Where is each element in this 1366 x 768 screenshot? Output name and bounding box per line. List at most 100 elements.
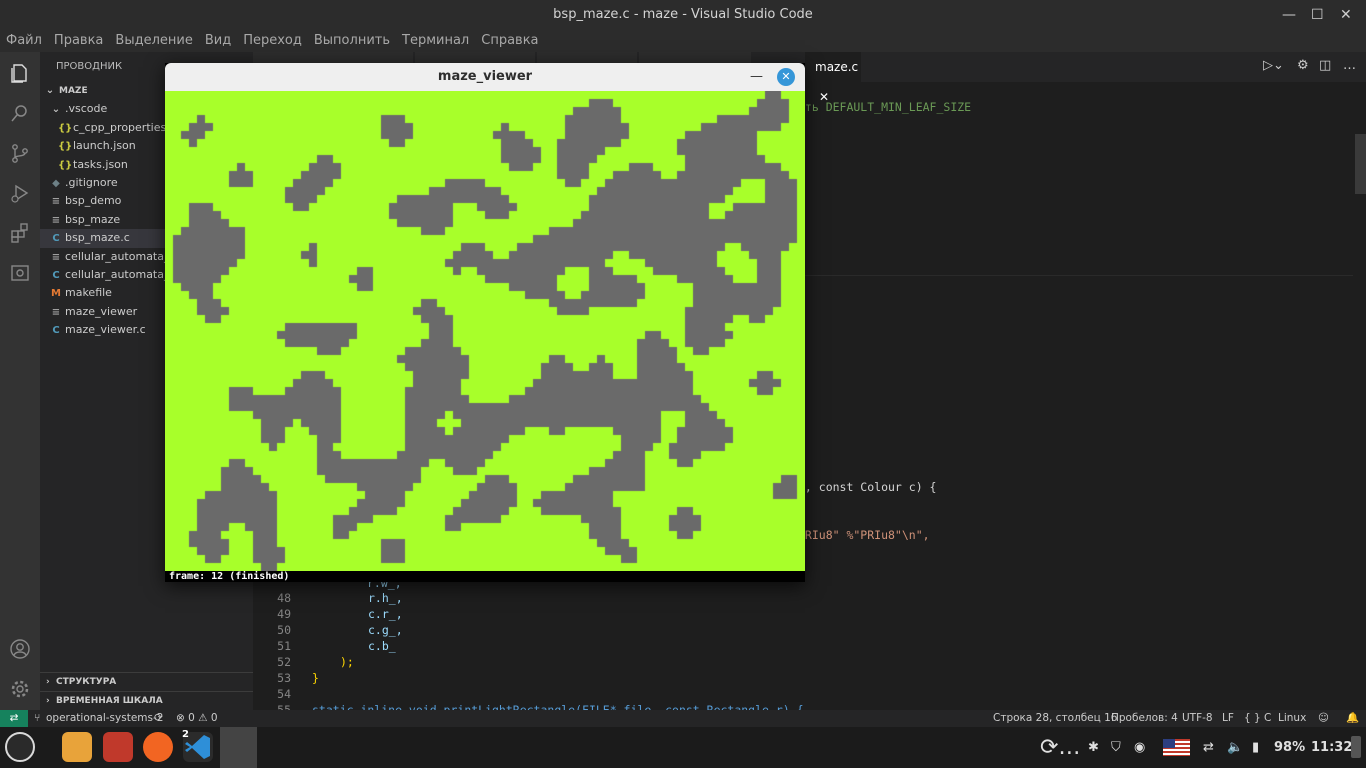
- file-tree-label: cellular_automata_m: [65, 249, 181, 263]
- account-icon[interactable]: [8, 638, 32, 662]
- chevron-down-icon: ⌄: [45, 85, 55, 96]
- extensions-icon[interactable]: [8, 222, 32, 246]
- line-number: 53: [277, 671, 291, 685]
- taskbar: 2 ⟳… ✱ ⛉ ◉ ⇄ 🔈 ▮ 98% 11:32: [0, 727, 1366, 768]
- firefox-icon[interactable]: [143, 732, 173, 762]
- json-file-icon: {}: [58, 122, 73, 134]
- split-editor-icon[interactable]: ◫: [1319, 58, 1331, 73]
- code-comment-fragment: ать DEFAULT_MIN_LEAF_SIZE: [798, 100, 972, 114]
- branch-icon: ⑂: [34, 712, 41, 724]
- run-icon[interactable]: ▷⌄: [1263, 58, 1284, 73]
- code-line: 53}: [253, 670, 319, 686]
- text-file-icon: ≡: [51, 251, 61, 263]
- status-bar: ⇄ ⑂ operational-systems-2 ⟳ ⊗ 0 ⚠ 0 Стро…: [0, 710, 1366, 727]
- outline-section[interactable]: › СТРУКТУРА: [40, 672, 253, 691]
- code-line: 48 r.h_,: [253, 590, 403, 606]
- update-icon[interactable]: ⟳…: [1040, 727, 1080, 768]
- maze-viewer-close-button[interactable]: ✕: [777, 68, 795, 86]
- menu-go[interactable]: Переход: [237, 30, 308, 52]
- line-ending[interactable]: LF: [1222, 710, 1234, 727]
- battery-icon[interactable]: ▮: [1252, 727, 1259, 768]
- search-icon[interactable]: [8, 102, 32, 126]
- maze-viewer-titlebar: maze_viewer: [165, 63, 805, 91]
- file-tree-label: .gitignore: [65, 175, 118, 189]
- network-icon[interactable]: ⇄: [1203, 727, 1214, 768]
- keyboard-layout-flag-icon[interactable]: [1163, 739, 1190, 756]
- menu-run[interactable]: Выполнить: [308, 30, 396, 52]
- file-tree-label: launch.json: [73, 139, 136, 153]
- dcraw-icon[interactable]: [103, 732, 133, 762]
- show-desktop-button[interactable]: [1351, 736, 1361, 758]
- line-number: 51: [277, 639, 291, 653]
- manage-gear-icon[interactable]: [8, 678, 32, 702]
- file-tree-label: bsp_demo: [65, 194, 122, 208]
- json-file-icon: {}: [58, 141, 73, 153]
- text-file-icon: ≡: [51, 306, 61, 318]
- maximize-button[interactable]: ☐: [1311, 0, 1324, 30]
- mint-menu-icon[interactable]: [5, 732, 35, 762]
- git-branch[interactable]: operational-systems-2: [46, 710, 163, 727]
- line-number: 50: [277, 623, 291, 637]
- notifications-icon[interactable]: 🔔: [1346, 710, 1359, 727]
- remote-indicator-icon[interactable]: ⇄: [0, 710, 28, 727]
- file-tree-label: cellular_automata_m: [65, 267, 181, 281]
- code-line: 54: [253, 686, 312, 702]
- menu-file[interactable]: Файл: [0, 30, 48, 52]
- close-button[interactable]: ✕: [1340, 0, 1352, 30]
- code-line: 49 c.r_,: [253, 606, 402, 622]
- menu-terminal[interactable]: Терминал: [396, 30, 475, 52]
- code-line: 52);: [253, 654, 354, 670]
- maze-viewer-minimize-button[interactable]: —: [750, 63, 763, 91]
- line-number: 54: [277, 687, 291, 701]
- maze-viewer-window: maze_viewer — ✕ frame: 12 (finished): [165, 63, 805, 582]
- menu-selection[interactable]: Выделение: [109, 30, 198, 52]
- remote-explorer-icon[interactable]: [8, 262, 32, 286]
- platform[interactable]: Linux: [1278, 710, 1306, 727]
- shield-icon[interactable]: ⛉: [1111, 727, 1121, 768]
- line-number: 52: [277, 655, 291, 669]
- json-file-icon: {}: [58, 159, 73, 171]
- maze-canvas[interactable]: [165, 91, 805, 571]
- code-text: c.g_,: [368, 623, 403, 637]
- sync-icon[interactable]: ⟳: [154, 710, 163, 727]
- files-icon[interactable]: [62, 732, 92, 762]
- activity-bar: [0, 52, 40, 710]
- code-fragment-signature: r, const Colour c) {: [798, 480, 937, 494]
- encoding[interactable]: UTF-8: [1182, 710, 1213, 727]
- explorer-icon[interactable]: [8, 62, 32, 86]
- file-tree-label: maze_viewer.c: [65, 323, 146, 337]
- language-mode[interactable]: { } C: [1244, 710, 1271, 727]
- menu-edit[interactable]: Правка: [48, 30, 109, 52]
- problems-count[interactable]: ⊗ 0 ⚠ 0: [176, 710, 218, 727]
- indentation[interactable]: Пробелов: 4: [1111, 710, 1178, 727]
- run-debug-icon[interactable]: [8, 182, 32, 206]
- minimize-button[interactable]: —: [1282, 0, 1296, 30]
- timeline-section[interactable]: › ВРЕМЕННАЯ ШКАЛА: [40, 691, 253, 710]
- code-text: }: [312, 671, 319, 685]
- frame-status: frame: 12 (finished): [169, 571, 290, 582]
- maze-viewer-task[interactable]: [220, 727, 257, 768]
- window-title: bsp_maze.c - maze - Visual Studio Code: [553, 7, 813, 22]
- nvidia-icon[interactable]: ◉: [1134, 727, 1145, 768]
- vscode-badge: 2: [182, 729, 189, 740]
- volume-icon[interactable]: 🔈: [1227, 727, 1243, 768]
- file-tree-label: maze_viewer: [65, 304, 138, 318]
- more-actions-icon[interactable]: …: [1343, 58, 1356, 73]
- chevron-right-icon: ›: [46, 677, 56, 687]
- file-tree-label: .vscode: [65, 102, 108, 116]
- feedback-icon[interactable]: ☺: [1318, 710, 1329, 727]
- code-text: r.h_,: [368, 591, 403, 605]
- clock[interactable]: 11:32: [1311, 727, 1352, 768]
- menu-help[interactable]: Справка: [475, 30, 544, 52]
- text-file-icon: ≡: [51, 196, 61, 208]
- scrollbar-thumb[interactable]: [1355, 134, 1366, 194]
- maze-viewer-title: maze_viewer: [437, 69, 533, 84]
- line-number: 48: [277, 591, 291, 605]
- bluetooth-icon[interactable]: ✱: [1088, 727, 1099, 768]
- tab-active[interactable]: maze.c ✕: [805, 52, 861, 104]
- source-control-icon[interactable]: [8, 142, 32, 166]
- gear-icon[interactable]: ⚙: [1297, 58, 1309, 73]
- menu-view[interactable]: Вид: [199, 30, 237, 52]
- code-line: 51 c.b_: [253, 638, 396, 654]
- cursor-position[interactable]: Строка 28, столбец 16: [993, 710, 1118, 727]
